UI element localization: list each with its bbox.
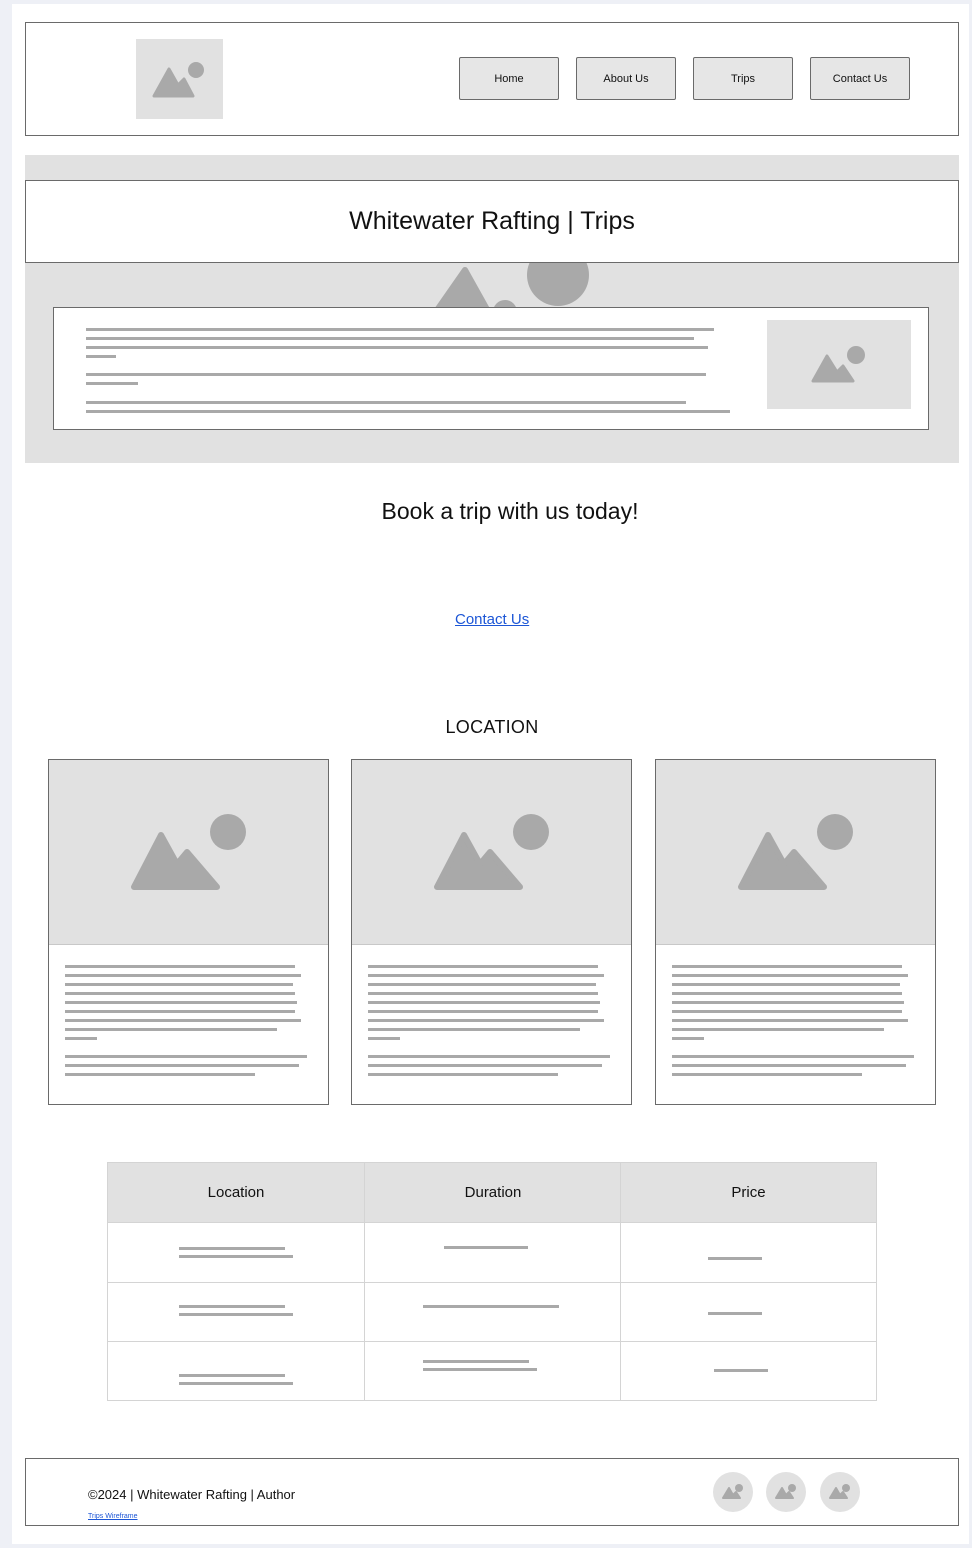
trips-wireframe-link[interactable]: Trips Wireframe [88,1513,138,1520]
page-title: Whitewater Rafting | Trips [25,180,959,263]
table-header-duration: Duration [365,1163,621,1222]
table-row [108,1283,876,1341]
social-link[interactable] [820,1472,860,1512]
logo[interactable] [136,39,223,119]
contact-us-link[interactable]: Contact Us [455,611,529,628]
nav-trips-button[interactable]: Trips [693,57,793,100]
social-link[interactable] [713,1472,753,1512]
table-header-price: Price [621,1163,876,1222]
intro-image [767,320,911,409]
nav-home-button[interactable]: Home [459,57,559,100]
image-placeholder-icon [434,814,549,890]
image-placeholder-icon [811,346,865,383]
location-card-image [656,760,935,945]
table-row [108,1223,876,1282]
location-card-image [352,760,631,945]
location-card[interactable] [48,759,329,1105]
copyright-text: ©2024 | Whitewater Rafting | Author [88,1487,296,1502]
image-placeholder-icon [738,814,853,890]
location-card[interactable] [655,759,936,1105]
page: Home About Us Trips Contact Us Whitewate… [12,4,969,1544]
nav-contact-button[interactable]: Contact Us [810,57,910,100]
location-heading: LOCATION [445,717,539,737]
image-placeholder-icon [722,1484,743,1499]
table-row [108,1342,876,1400]
location-card-image [49,760,328,945]
cta-heading: Book a trip with us today! [381,498,639,524]
nav-about-button[interactable]: About Us [576,57,676,100]
image-placeholder-icon [775,1484,796,1499]
trips-table: Location Duration Price [107,1162,877,1401]
image-placeholder-icon [829,1484,850,1499]
image-placeholder-icon [152,62,204,98]
table-header-location: Location [108,1163,364,1222]
image-placeholder-icon [131,814,246,890]
social-link[interactable] [766,1472,806,1512]
location-card[interactable] [351,759,632,1105]
